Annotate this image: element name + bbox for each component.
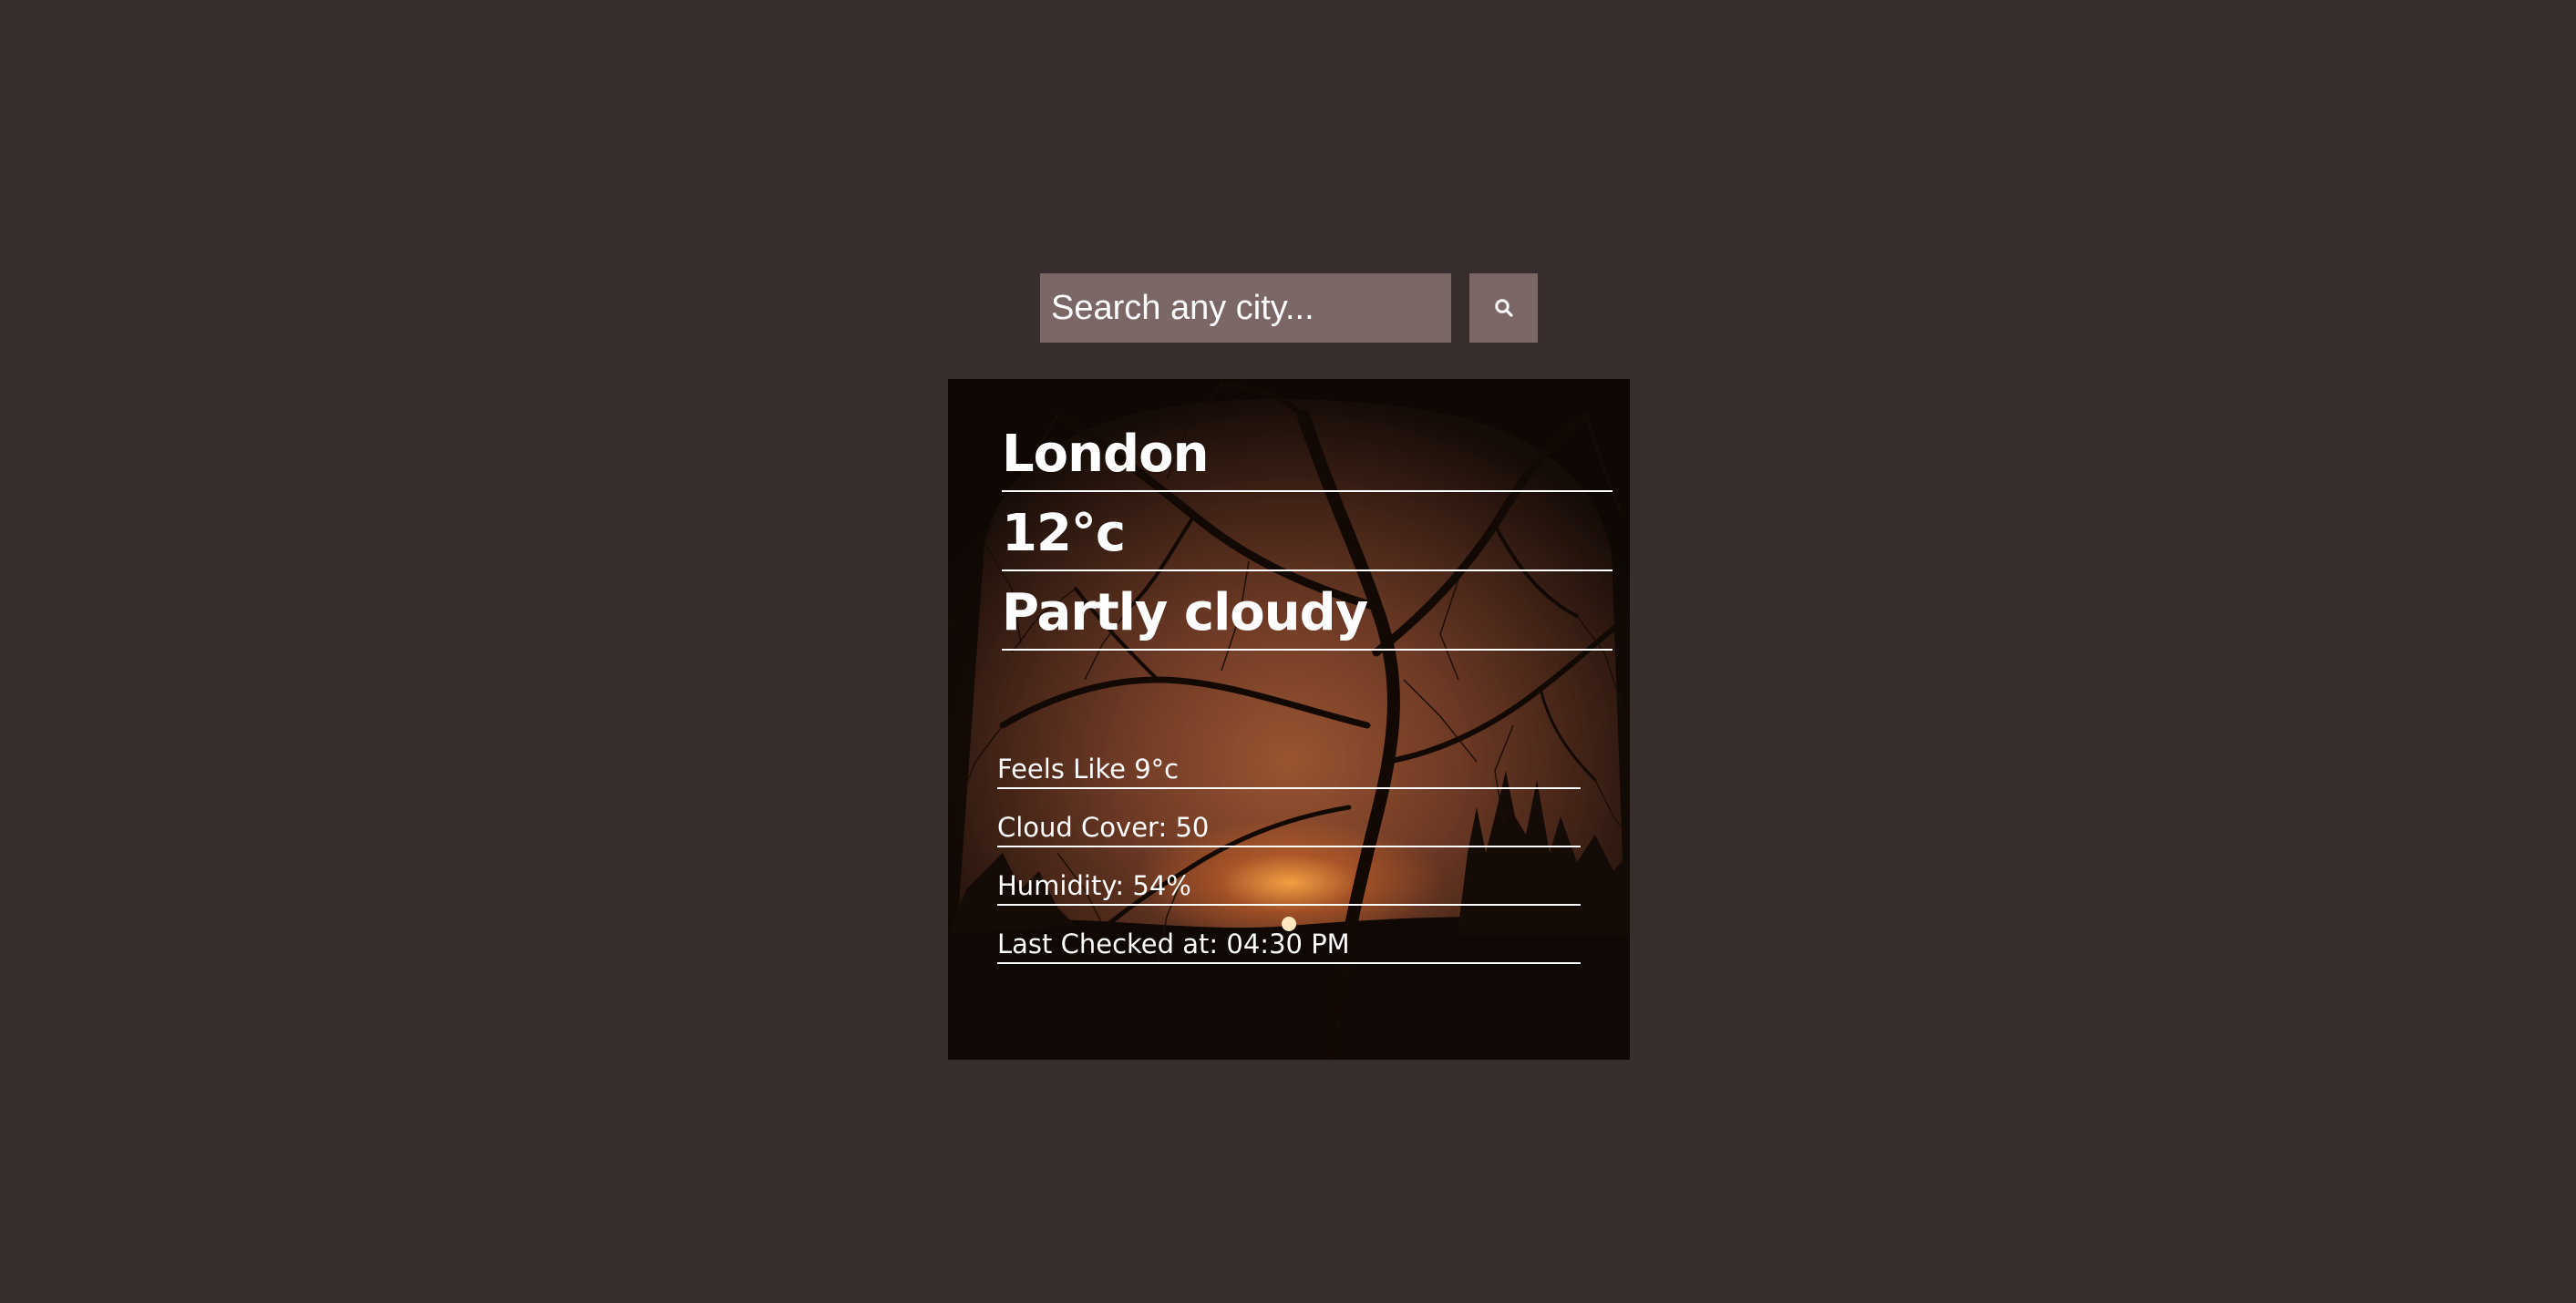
humidity: Humidity: 54% [997, 867, 1581, 906]
weather-info: London 12°c Partly cloudy Feels Like 9°c… [948, 379, 1630, 1060]
last-checked: Last Checked at: 04:30 PM [997, 926, 1581, 964]
search-icon [1494, 299, 1513, 317]
city-name: London [1002, 419, 1613, 492]
temperature: 12°c [1002, 498, 1613, 571]
weather-condition: Partly cloudy [1002, 578, 1613, 651]
feels-like: Feels Like 9°c [997, 751, 1581, 789]
search-input[interactable] [1040, 273, 1451, 343]
weather-card: London 12°c Partly cloudy Feels Like 9°c… [948, 379, 1630, 1060]
search-button[interactable] [1469, 273, 1538, 343]
search-bar [1040, 273, 1538, 343]
cloud-cover: Cloud Cover: 50 [997, 809, 1581, 847]
